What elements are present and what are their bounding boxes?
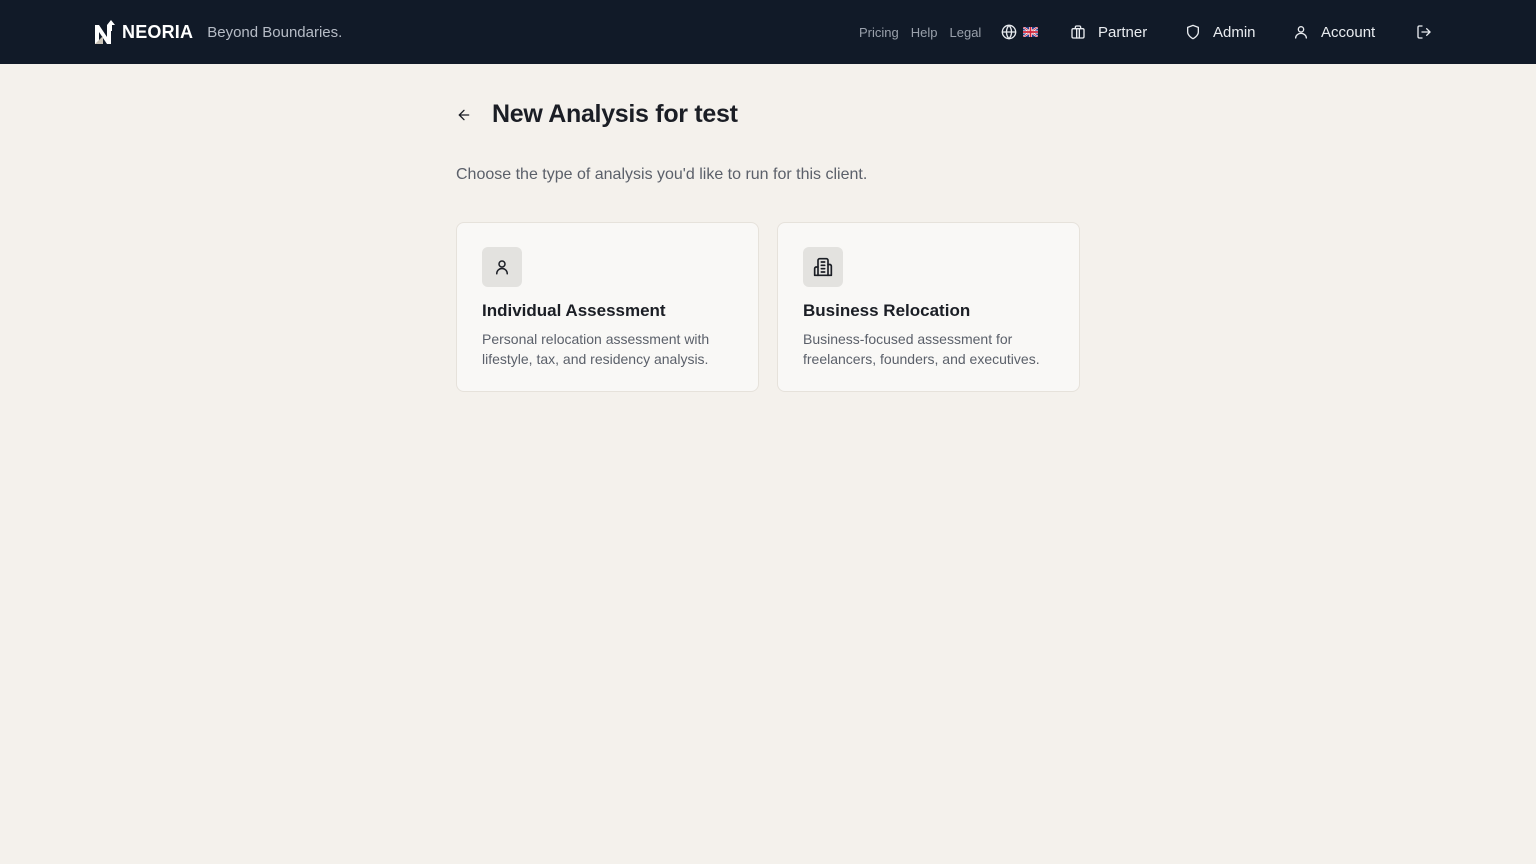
- pricing-link[interactable]: Pricing: [859, 25, 899, 40]
- globe-icon: [1001, 24, 1017, 40]
- account-button[interactable]: Account: [1293, 0, 1375, 64]
- partner-label: Partner: [1098, 23, 1148, 41]
- business-relocation-card[interactable]: Business Relocation Business-focused ass…: [777, 222, 1080, 392]
- card-title: Business Relocation: [803, 301, 971, 320]
- admin-label: Admin: [1213, 23, 1256, 41]
- logout-icon: [1417, 25, 1431, 39]
- account-label: Account: [1321, 23, 1376, 41]
- page-subtitle: Choose the type of analysis you'd like t…: [456, 166, 868, 183]
- brand[interactable]: NEORIA Beyond Boundaries.: [93, 0, 342, 64]
- individual-assessment-card[interactable]: Individual Assessment Personal relocatio…: [456, 222, 759, 392]
- header-links: Pricing Help Legal: [859, 0, 981, 64]
- title-row: New Analysis for test: [456, 100, 738, 129]
- admin-button[interactable]: Admin: [1185, 0, 1256, 64]
- uk-flag-icon: [1023, 27, 1038, 37]
- top-navbar: NEORIA Beyond Boundaries. Pricing Help L…: [0, 0, 1536, 64]
- card-description: Personal relocation assessment with life…: [482, 331, 710, 367]
- language-selector[interactable]: [1001, 0, 1038, 64]
- brand-tagline: Beyond Boundaries.: [207, 23, 343, 41]
- card-icon-tile: [803, 247, 843, 287]
- card-title: Individual Assessment: [482, 301, 666, 320]
- card-icon-tile: [482, 247, 522, 287]
- legal-link[interactable]: Legal: [950, 25, 982, 40]
- brand-name: NEORIA: [122, 21, 194, 42]
- back-button[interactable]: [456, 101, 480, 129]
- logout-button[interactable]: [1416, 0, 1432, 64]
- user-icon: [496, 260, 508, 275]
- user-icon: [1295, 26, 1307, 39]
- page-title: New Analysis for test: [492, 100, 738, 128]
- arrow-left-icon: [458, 109, 470, 120]
- shield-icon: [1187, 24, 1199, 40]
- card-description: Business-focused assessment for freelanc…: [803, 331, 1040, 367]
- building-icon: [813, 257, 833, 277]
- gift-icon: [1071, 25, 1085, 39]
- partner-button[interactable]: Partner: [1070, 0, 1147, 64]
- neoria-logo-icon: [95, 20, 115, 44]
- help-link[interactable]: Help: [911, 25, 938, 40]
- analysis-type-options: Individual Assessment Personal relocatio…: [456, 222, 1080, 392]
